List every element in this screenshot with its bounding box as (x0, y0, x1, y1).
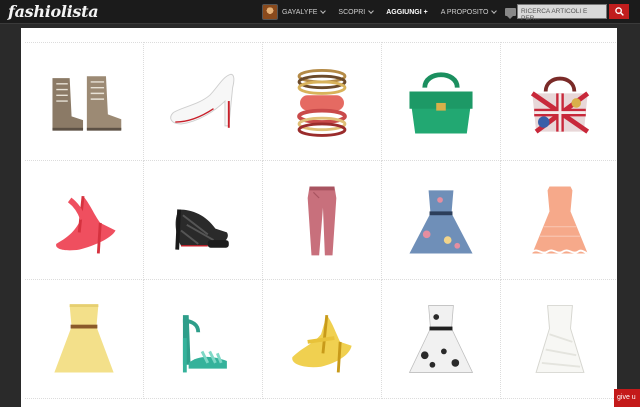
top-navigation-bar: fashiolista GAYALYFE SCOPRI AGGIUNGI + A… (0, 0, 640, 24)
feedback-tab[interactable]: give u (614, 389, 640, 407)
user-avatar[interactable] (262, 4, 278, 20)
main-nav: GAYALYFE SCOPRI AGGIUNGI + A PROPOSITO (262, 0, 517, 24)
add-menu[interactable]: AGGIUNGI + (386, 9, 427, 16)
black-lace-pumps-icon (175, 209, 229, 250)
messages-icon[interactable] (505, 8, 517, 19)
yellow-mary-jane-heels-icon (292, 314, 352, 373)
search-icon (614, 7, 624, 16)
about-menu[interactable]: A PROPOSITO (440, 8, 498, 16)
product-grid-panel (21, 28, 617, 407)
product-tile[interactable] (382, 280, 501, 399)
product-tile[interactable] (25, 42, 144, 161)
turquoise-studded-sandals-icon (182, 315, 227, 373)
white-platform-pumps-icon (170, 73, 235, 128)
chevron-down-icon (320, 8, 327, 14)
user-menu-label: GAYALYFE (282, 8, 318, 16)
product-tile[interactable] (263, 42, 382, 161)
user-menu[interactable]: GAYALYFE (282, 8, 327, 16)
about-menu-label: A PROPOSITO (440, 8, 489, 16)
product-tile[interactable] (501, 42, 617, 161)
product-tile[interactable] (263, 161, 382, 280)
coral-peep-toe-heels-icon (56, 195, 116, 254)
discover-menu-label: SCOPRI (338, 8, 366, 16)
product-tile[interactable] (144, 161, 263, 280)
fashiolista-logo[interactable]: fashiolista (8, 2, 99, 21)
search-input[interactable]: RICERCA ARTICOLI E PER... (517, 4, 607, 22)
product-tile[interactable] (144, 280, 263, 399)
chevron-down-icon (368, 8, 375, 14)
product-tile[interactable] (144, 42, 263, 161)
union-jack-bag-icon (530, 76, 590, 134)
green-tote-bag-icon (409, 72, 473, 134)
product-tile[interactable] (25, 280, 144, 399)
black-white-floral-dress-icon (408, 305, 474, 373)
chevron-down-icon (491, 8, 498, 14)
add-menu-label: AGGIUNGI + (386, 8, 428, 16)
floral-strapless-dress-icon (409, 190, 473, 254)
yellow-strapless-dress-icon (54, 304, 114, 373)
product-grid (25, 42, 617, 399)
pink-skinny-jeans-icon (307, 186, 337, 256)
product-tile[interactable] (501, 161, 617, 280)
product-tile[interactable] (25, 161, 144, 280)
product-tile[interactable] (501, 280, 617, 399)
search-button[interactable] (609, 4, 629, 19)
peach-lace-dress-icon (531, 186, 588, 255)
discover-menu[interactable]: SCOPRI (338, 8, 375, 16)
product-tile[interactable] (263, 280, 382, 399)
product-tile[interactable] (382, 42, 501, 161)
product-tile[interactable] (382, 161, 501, 280)
stacked-bangles-icon (297, 68, 347, 137)
white-strapless-dress-icon (535, 305, 585, 373)
lace-up-ankle-boots-icon (52, 75, 122, 131)
